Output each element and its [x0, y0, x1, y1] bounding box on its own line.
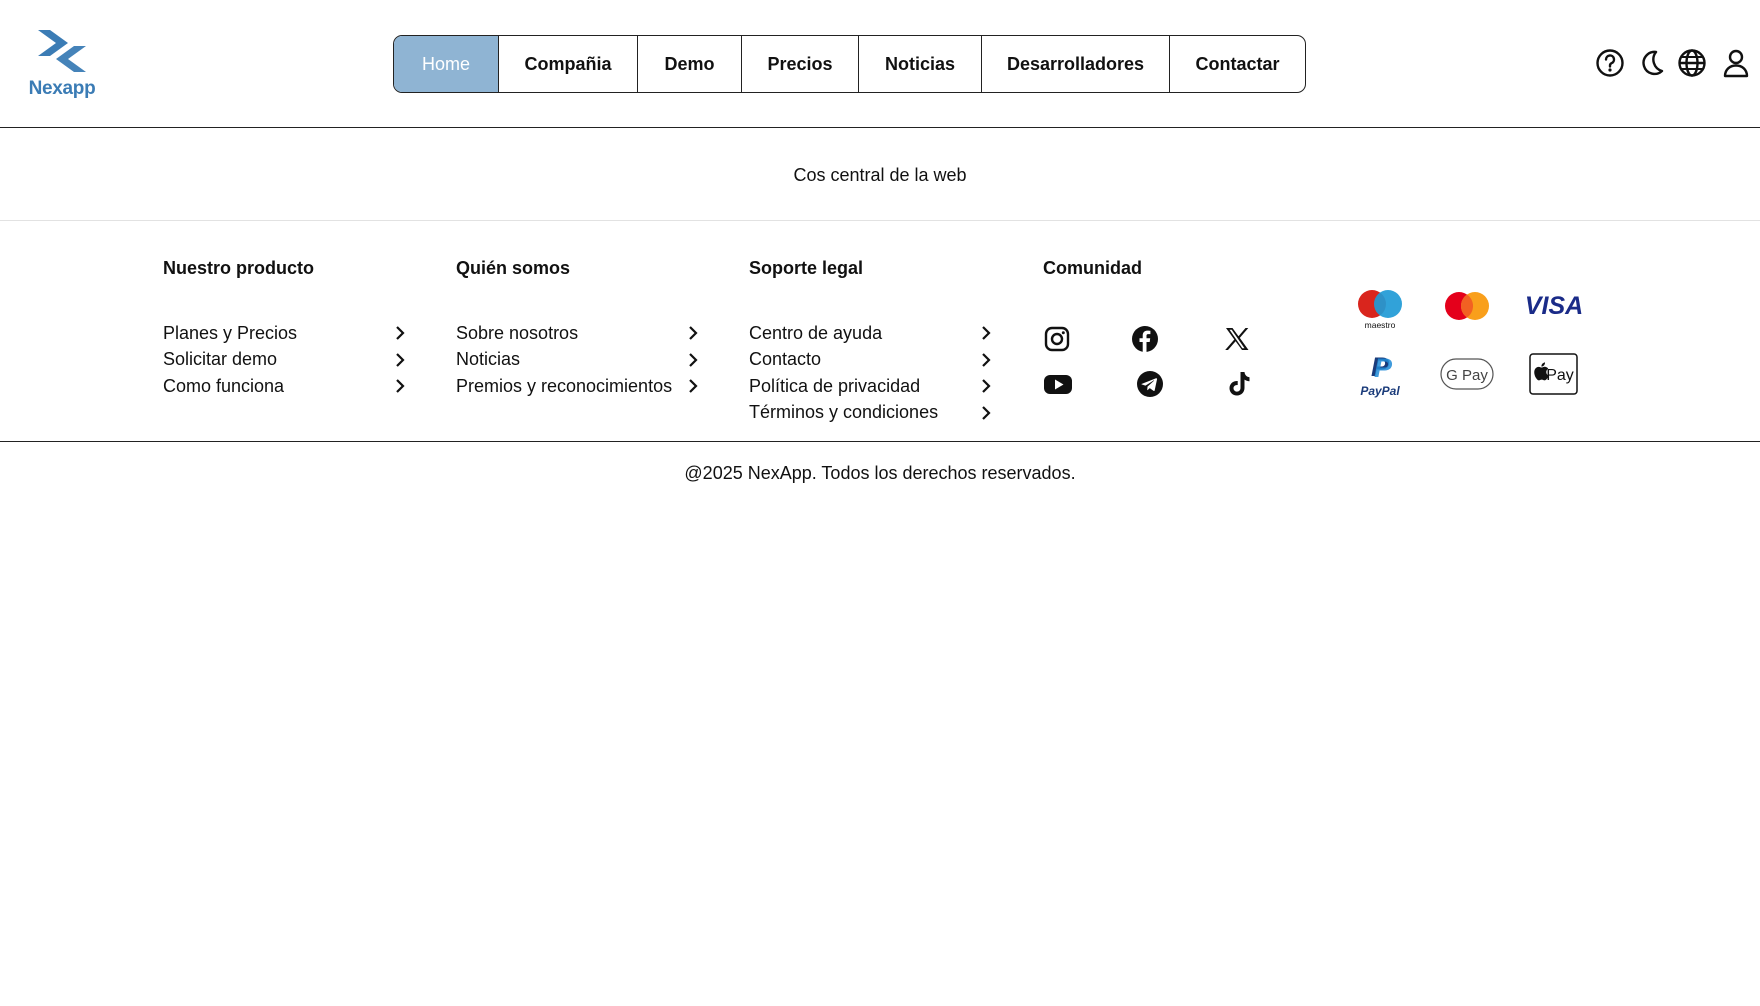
visa-logo: VISA [1526, 286, 1582, 330]
instagram-icon[interactable] [1043, 325, 1071, 353]
nav-demo[interactable]: Demo [637, 36, 741, 92]
logo-mark-icon [38, 30, 86, 72]
footer-link-label: Sobre nosotros [456, 322, 579, 343]
footer-col-title: Comunidad [1043, 258, 1142, 278]
nav-home[interactable]: Home [394, 36, 498, 92]
nav-contactar[interactable]: Contactar [1169, 36, 1305, 92]
telegram-icon[interactable] [1136, 370, 1164, 398]
chevron-right-icon [689, 379, 698, 393]
chevron-right-icon [982, 405, 991, 420]
user-icon[interactable] [1720, 47, 1752, 79]
nav-desarrolladores[interactable]: Desarrolladores [981, 36, 1169, 92]
footer-col-product: Nuestro producto Planes y Precios Solici… [163, 258, 413, 400]
facebook-icon[interactable] [1131, 325, 1159, 353]
globe-icon[interactable] [1676, 47, 1708, 79]
nav-noticias[interactable]: Noticias [858, 36, 981, 92]
footer-link[interactable]: Política de privacidad [749, 373, 999, 400]
header-actions [1580, 47, 1760, 81]
brand-name: Nexapp [28, 78, 96, 99]
paypal-logo: P P PayPal [1352, 350, 1408, 398]
chevron-right-icon [396, 326, 405, 340]
applepay-label: Pay [1546, 367, 1574, 384]
footer-link[interactable]: Solicitar demo [163, 347, 413, 374]
footer-link[interactable]: Como funciona [163, 373, 413, 400]
visa-label: VISA [1526, 292, 1582, 320]
chevron-right-icon [982, 379, 991, 393]
footer-col-community: Comunidad [1043, 258, 1243, 320]
footer-link[interactable]: Términos y condiciones [749, 400, 999, 427]
main-nav: Home Compañia Demo Precios Noticias Desa… [393, 35, 1306, 93]
site-header: Nexapp Home Compañia Demo Precios Notici… [0, 0, 1760, 128]
chevron-right-icon [689, 326, 698, 340]
chevron-right-icon [689, 352, 698, 367]
maestro-label: maestro [1365, 320, 1396, 330]
gpay-logo: G Pay [1439, 352, 1495, 396]
footer-col-about: Quién somos Sobre nosotros Noticias Prem… [456, 258, 706, 400]
footer-bottom: @2025 NexApp. Todos los derechos reserva… [0, 441, 1760, 501]
footer-link-label: Centro de ayuda [749, 322, 883, 343]
footer-link-label: Contacto [749, 349, 822, 370]
moon-icon[interactable] [1635, 47, 1667, 79]
chevron-right-icon [396, 352, 405, 367]
applepay-logo: Pay [1526, 352, 1582, 396]
chevron-right-icon [396, 379, 405, 393]
footer-link-label: Solicitar demo [163, 349, 278, 370]
nav-compania[interactable]: Compañia [498, 36, 637, 92]
footer-link-label: Términos y condiciones [749, 402, 939, 423]
footer-link-label: Política de privacidad [749, 375, 921, 396]
brand-logo[interactable]: Nexapp [26, 28, 98, 100]
mastercard-logo [1439, 286, 1495, 330]
footer-link[interactable]: Planes y Precios [163, 320, 413, 347]
footer-link[interactable]: Premios y reconocimientos [456, 373, 706, 400]
chevron-right-icon [982, 326, 991, 340]
social-links [1043, 322, 1263, 422]
maestro-logo: maestro [1352, 286, 1408, 330]
footer-col-title: Nuestro producto [163, 258, 314, 278]
footer-col-title: Soporte legal [749, 258, 864, 278]
main-content: Cos central de la web [0, 129, 1760, 221]
footer-link-label: Premios y reconocimientos [456, 375, 673, 396]
footer-col-legal: Soporte legal Centro de ayuda Contacto P… [749, 258, 999, 426]
chevron-right-icon [982, 352, 991, 367]
footer-link-label: Como funciona [163, 375, 285, 396]
tiktok-icon[interactable] [1225, 370, 1253, 398]
footer-link[interactable]: Noticias [456, 347, 706, 374]
svg-text:P: P [1374, 353, 1393, 383]
payment-methods: maestro VISA P P PayPal G Pay Pay [1352, 286, 1582, 398]
copyright-text: @2025 NexApp. Todos los derechos reserva… [684, 463, 1076, 483]
help-icon[interactable] [1594, 47, 1626, 79]
footer-col-title: Quién somos [456, 258, 571, 278]
footer-link-label: Planes y Precios [163, 322, 298, 343]
footer-link-label: Noticias [456, 349, 521, 370]
paypal-label: PayPal [1360, 384, 1400, 398]
footer-link[interactable]: Centro de ayuda [749, 320, 999, 347]
gpay-label: G Pay [1446, 367, 1488, 384]
youtube-icon[interactable] [1043, 370, 1073, 398]
main-text: Cos central de la web [793, 165, 967, 185]
footer-link[interactable]: Contacto [749, 347, 999, 374]
footer-link[interactable]: Sobre nosotros [456, 320, 706, 347]
x-icon[interactable] [1223, 325, 1251, 353]
nav-precios[interactable]: Precios [741, 36, 858, 92]
